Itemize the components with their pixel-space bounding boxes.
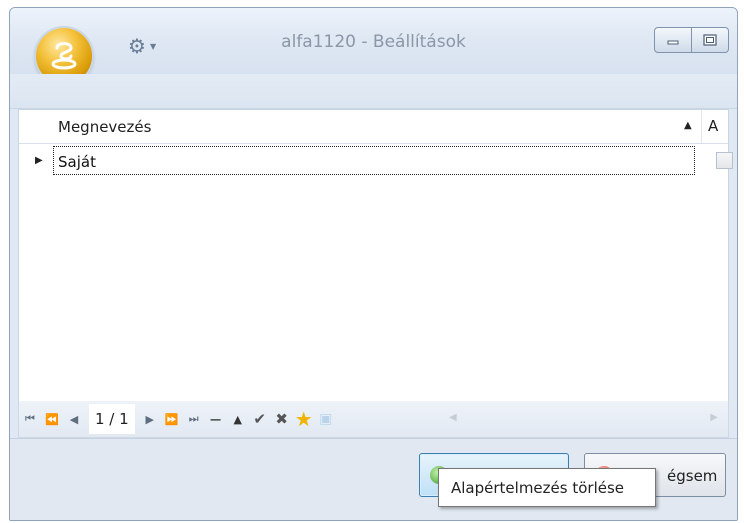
first-icon[interactable]: ⏮: [19, 412, 41, 426]
title-bar: ⚙ ▼ alfa1120 - Beállítások: [10, 8, 737, 84]
ribbon-area: [10, 74, 737, 109]
row-checkbox[interactable]: [716, 152, 733, 169]
maximize-icon: [703, 34, 717, 46]
settings-window: ⚙ ▼ alfa1120 - Beállítások Megnevezés ▲ …: [9, 7, 738, 521]
next-page-icon[interactable]: ⏩: [161, 413, 183, 426]
page-indicator: 1 / 1: [89, 404, 135, 434]
scroll-left-icon[interactable]: ◀: [449, 412, 457, 423]
column-separator: [701, 110, 702, 143]
window-title: alfa1120 - Beállítások: [281, 32, 466, 52]
cancel-button-label: égsem: [667, 467, 718, 485]
sort-asc-icon: ▲: [684, 120, 692, 131]
table-row[interactable]: ▶ Saját: [19, 144, 733, 179]
window-controls: [654, 27, 729, 53]
settings-grid: Megnevezés ▲ A ▶ Saját: [18, 109, 733, 402]
prev-icon[interactable]: ◀: [63, 413, 85, 426]
data-navigator: ⏮ ⏪ ◀ 1 / 1 ▶ ⏩ ⏭ − ▲ ✔ ✖ ★ ▣ ◀ ▶: [18, 401, 729, 438]
column-header-name[interactable]: Megnevezés: [58, 118, 151, 136]
horizontal-scrollbar[interactable]: ◀ ▶: [449, 410, 718, 428]
next-icon[interactable]: ▶: [139, 413, 161, 426]
grid-header: Megnevezés ▲ A: [19, 110, 728, 144]
scroll-right-icon[interactable]: ▶: [710, 412, 718, 423]
star-icon[interactable]: ★: [293, 407, 315, 431]
check-icon[interactable]: ✔: [249, 410, 271, 428]
up-icon[interactable]: ▲: [227, 413, 249, 426]
maximize-button[interactable]: [692, 27, 729, 53]
row-indicator-icon: ▶: [35, 155, 43, 166]
disabled-icon: ▣: [319, 411, 333, 427]
row-name-cell[interactable]: Saját: [53, 146, 695, 175]
prev-page-icon[interactable]: ⏪: [41, 413, 63, 426]
minimize-icon: [667, 40, 679, 45]
minimize-button[interactable]: [654, 27, 692, 53]
tooltip: Alapértelmezés törlése: [438, 468, 656, 507]
column-header-a[interactable]: A: [708, 117, 718, 135]
delete-icon[interactable]: −: [205, 410, 227, 429]
cancel-icon[interactable]: ✖: [271, 410, 293, 428]
last-icon[interactable]: ⏭: [183, 412, 205, 426]
